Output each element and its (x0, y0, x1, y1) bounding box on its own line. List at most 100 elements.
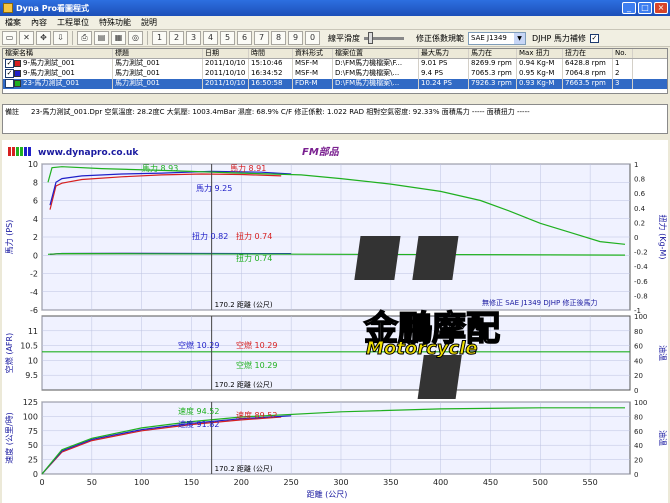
chart-9-icon[interactable]: 9 (288, 31, 303, 45)
table-row-selected[interactable]: ✓ 23-馬力測試_001 馬力測試_001 2011/10/10 16:50:5… (3, 79, 667, 89)
y-tick-label: 50 (28, 441, 38, 450)
y-tick-label: 6 (33, 197, 38, 206)
smoothing-label: 線平滑度 (328, 33, 360, 43)
x-tick-label: 250 (284, 478, 299, 487)
standard-label: 修正係數規範 (416, 33, 464, 43)
table-row[interactable]: ✓ 9-馬力測試_001 馬力測試_001 2011/10/10 16:34:52… (3, 69, 667, 79)
value-annotation: 空燃 10.29 (236, 360, 277, 370)
chart-2-icon[interactable]: 2 (169, 31, 184, 45)
col-max-tq[interactable]: Max 扭力 (517, 49, 563, 58)
watermark-block (412, 236, 459, 280)
y-tick-label: -4 (30, 288, 38, 297)
minimize-button[interactable]: _ (622, 2, 636, 14)
y2-tick-label: 60 (634, 343, 643, 351)
col-time[interactable]: 時間 (249, 49, 293, 58)
y-tick-label: 9.5 (25, 371, 38, 380)
chart-7-icon[interactable]: 7 (254, 31, 269, 45)
color-bar-mark (28, 147, 31, 156)
menu-help[interactable]: 說明 (136, 17, 162, 28)
chart-1-icon[interactable]: 1 (152, 31, 167, 45)
y2-tick-label: 100 (634, 313, 647, 321)
row-checkbox[interactable]: ✓ (5, 79, 14, 88)
chart-8-icon[interactable]: 8 (271, 31, 286, 45)
x-tick-label: 400 (433, 478, 448, 487)
chart-5-icon[interactable]: 5 (220, 31, 235, 45)
y-tick-label: 100 (23, 412, 38, 421)
y-tick-label: 125 (23, 398, 38, 407)
close-button[interactable]: × (654, 2, 668, 14)
smoothing-slider[interactable] (364, 31, 404, 44)
djhp-checkbox[interactable]: ✓ (589, 33, 599, 43)
plot-background (41, 401, 631, 475)
y2-tick-label: -0.4 (634, 263, 648, 271)
chart-3-icon[interactable]: 3 (186, 31, 201, 45)
y-tick-label: 2 (33, 233, 38, 242)
y2-axis-label: 扭力 (Kg-M) (658, 215, 668, 260)
menu-special[interactable]: 特殊功能 (94, 17, 136, 28)
menu-content[interactable]: 內容 (26, 17, 52, 28)
row-checkbox[interactable]: ✓ (5, 59, 14, 68)
dyno-charts: www.dynapro.co.uk FM部品-6-4-20246810-1-0.8… (2, 140, 668, 499)
value-annotation: 馬力 8.93 (142, 163, 178, 173)
value-annotation: 馬力 8.91 (230, 163, 266, 173)
col-tq-at[interactable]: 扭力在 (563, 49, 613, 58)
y2-tick-label: 40 (634, 357, 643, 365)
watermark-logo-sub: Motorcycle (366, 338, 478, 359)
col-date[interactable]: 日期 (203, 49, 249, 58)
y2-tick-label: 0.8 (634, 176, 645, 184)
table-row[interactable]: ✓ 9-馬力測試_001 馬力測試_001 2011/10/10 15:10:46… (3, 59, 667, 69)
chart-icon[interactable]: ▤ (94, 31, 109, 45)
menu-file[interactable]: 檔案 (0, 17, 26, 28)
value-annotation: 空燃 10.29 (178, 340, 219, 350)
djhp-label: DJHP 馬力補修 (532, 33, 586, 43)
y-tick-label: -6 (30, 306, 38, 315)
x-tick-label: 550 (582, 478, 597, 487)
notes-panel: 備註 23-馬力測試_001.Dpr 空氣溫度: 28.2度C 大氣壓: 100… (2, 104, 668, 134)
value-annotation: 速度 94.52 (178, 406, 219, 416)
y2-axis-label: 油溫 (658, 430, 668, 446)
value-annotation: 速度 89.52 (236, 410, 277, 420)
y2-tick-label: 0 (634, 234, 638, 242)
y2-tick-label: 0.4 (634, 205, 646, 213)
series-swatch (14, 59, 21, 67)
x-tick-label: 100 (134, 478, 149, 487)
watermark-block (354, 236, 401, 280)
chart-6-icon[interactable]: 6 (237, 31, 252, 45)
x-tick-label: 150 (184, 478, 199, 487)
col-hp-at[interactable]: 馬力在 (469, 49, 517, 58)
x-axis-label: 距離 (公尺) (307, 489, 348, 499)
stop-icon[interactable]: ✕ (19, 31, 34, 45)
col-no[interactable]: No. (613, 49, 633, 58)
y2-tick-label: -0.6 (634, 278, 648, 286)
chart-10-icon[interactable]: 0 (305, 31, 320, 45)
notes-text: 23-馬力測試_001.Dpr 空氣溫度: 28.2度C 大氣壓: 1003.4… (31, 108, 530, 116)
y-tick-label: -2 (30, 270, 38, 279)
target-icon[interactable]: ◎ (128, 31, 143, 45)
row-checkbox[interactable]: ✓ (5, 69, 14, 78)
y-tick-label: 8 (33, 178, 38, 187)
value-annotation: 馬力 9.25 (196, 183, 232, 193)
y-tick-label: 0 (33, 470, 38, 479)
chart-4-icon[interactable]: 4 (203, 31, 218, 45)
y2-tick-label: -0.2 (634, 249, 648, 257)
col-type[interactable]: 資料形式 (293, 49, 333, 58)
y2-axis-label: 油溫 (658, 345, 668, 361)
col-max-hp[interactable]: 最大馬力 (419, 49, 469, 58)
color-bar-mark (24, 147, 27, 156)
download-icon[interactable]: ⇩ (53, 31, 68, 45)
maximize-button[interactable]: □ (638, 2, 652, 14)
print-icon[interactable]: ⎙ (77, 31, 92, 45)
menu-units[interactable]: 工程單位 (52, 17, 94, 28)
x-tick-label: 300 (333, 478, 348, 487)
col-title[interactable]: 標題 (113, 49, 203, 58)
grid-icon[interactable]: ▦ (111, 31, 126, 45)
col-path[interactable]: 檔案位置 (333, 49, 419, 58)
standard-select[interactable]: SAE J1349 ▼ (468, 31, 526, 45)
y2-tick-label: 0 (634, 387, 638, 395)
x-tick-label: 0 (39, 478, 44, 487)
y2-tick-label: 0 (634, 471, 638, 479)
col-file-name[interactable]: 檔案名稱 (3, 49, 113, 58)
move-icon[interactable]: ✥ (36, 31, 51, 45)
open-folder-icon[interactable]: ▭ (2, 31, 17, 45)
value-annotation: 扭力 0.82 (192, 231, 228, 241)
